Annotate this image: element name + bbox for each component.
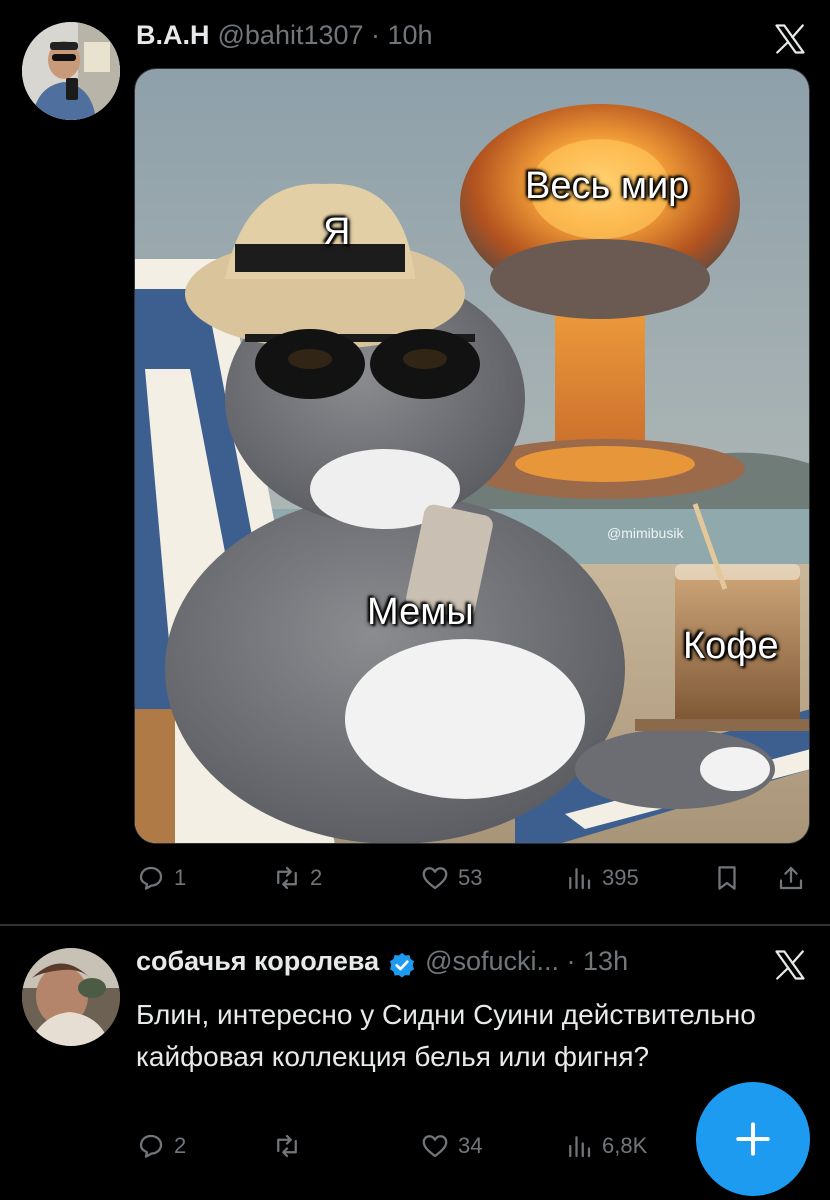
view-count: 395 [602,865,639,890]
repost-arrows-icon [277,866,297,890]
plus-icon [736,1122,770,1156]
view-count: 6,8K [602,1133,648,1158]
bookmark-button[interactable] [712,858,742,898]
bar-chart-icon [569,868,591,890]
reply-count: 2 [174,1133,187,1158]
repost-count: 2 [310,865,323,890]
bar-chart-icon [569,1136,591,1158]
tweet-header: собачья королева @sofucki... · 13h [136,946,628,986]
repost-arrows-icon [277,1134,297,1158]
reply-button[interactable]: 2 [136,1126,186,1166]
verified-badge-icon [390,952,415,978]
handle-timestamp[interactable]: @sofucki... · 13h [425,946,628,977]
bookmark-icon [718,866,736,890]
tweet-actions: 1 2 53 395 [136,858,816,898]
like-button[interactable]: 34 [420,1126,482,1166]
display-name[interactable]: В.А.Н [136,20,210,51]
image-watermark: @mimibusik [607,525,684,541]
compose-button[interactable] [696,1082,810,1196]
tweet-header: В.А.Н @bahit1307 · 10h [136,20,433,60]
heart-icon [422,867,448,890]
reply-count: 1 [174,865,187,890]
repost-button[interactable] [272,1126,302,1166]
meme-label-me: Я [323,211,351,253]
x-logo-icon [775,950,805,980]
tweet[interactable]: В.А.Н @bahit1307 · 10h Я Весь мир Мемы К… [0,0,830,924]
avatar[interactable] [22,948,120,1046]
share-upload-icon [779,866,803,890]
meme-label-world: Весь мир [525,165,690,207]
heart-icon [422,1135,448,1158]
tweet-image[interactable]: Я Весь мир Мемы Кофе @mimibusik [134,68,810,844]
x-logo-icon [775,24,805,54]
display-name[interactable]: собачья королева [136,946,379,977]
avatar[interactable] [22,22,120,120]
views-button[interactable]: 6,8K [564,1126,647,1166]
views-button[interactable]: 395 [564,858,639,898]
like-count: 53 [458,865,483,890]
reply-button[interactable]: 1 [136,858,186,898]
like-count: 34 [458,1133,483,1158]
like-button[interactable]: 53 [420,858,482,898]
meme-label-coffee: Кофе [683,625,779,667]
speech-bubble-icon [139,1134,163,1158]
speech-bubble-icon [139,866,163,890]
handle-timestamp[interactable]: @bahit1307 · 10h [218,20,433,51]
meme-illustration [135,69,809,843]
share-button[interactable] [776,858,806,898]
avatar-photo [22,22,120,120]
meme-label-memes: Мемы [367,591,474,633]
tweet-text: Блин, интересно у Сидни Суини действител… [136,999,756,1072]
repost-button[interactable]: 2 [272,858,322,898]
avatar-photo [22,948,120,1046]
